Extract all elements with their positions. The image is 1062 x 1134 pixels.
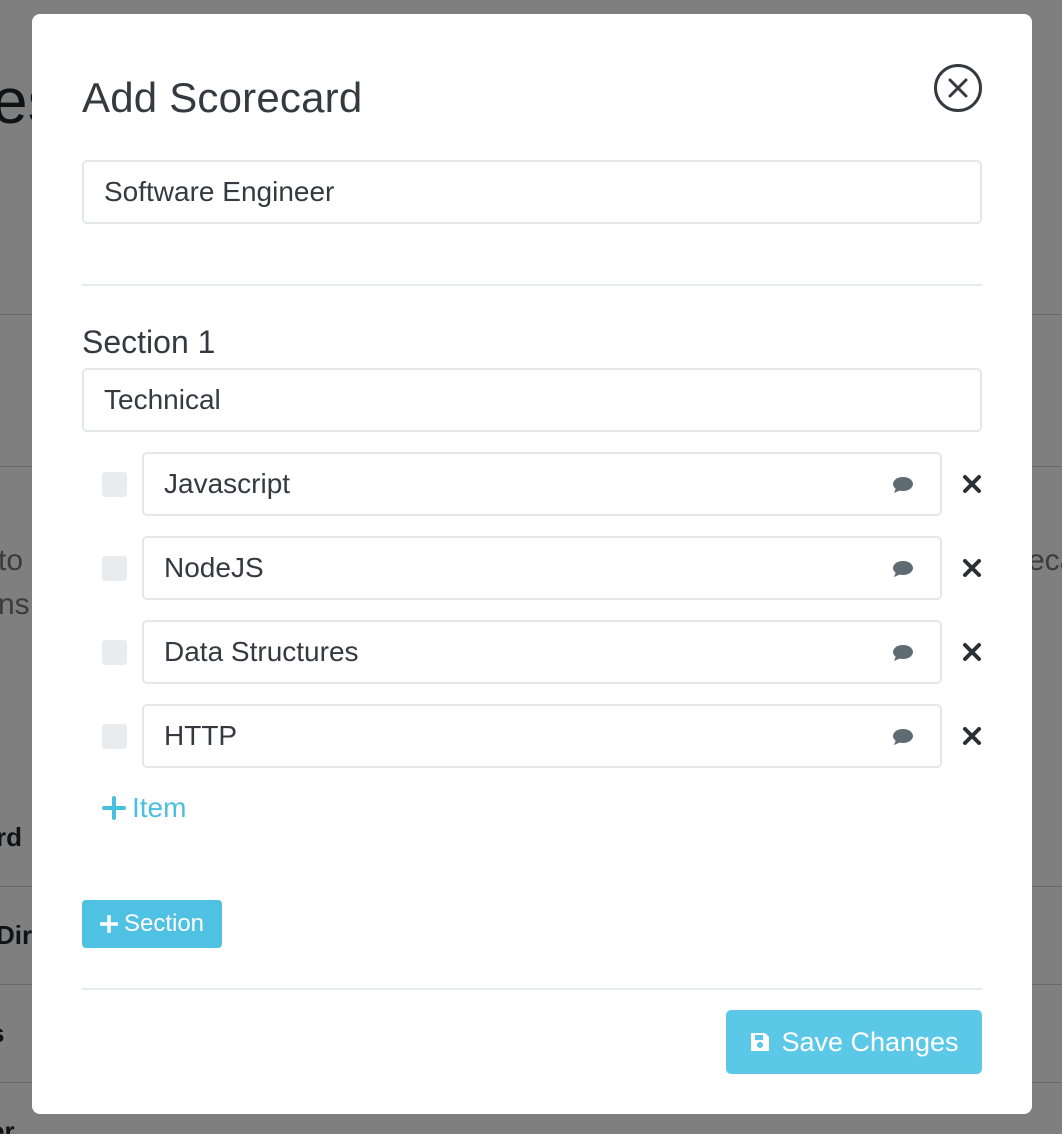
plus-icon — [102, 796, 126, 820]
scorecard-item — [82, 704, 992, 768]
remove-item-icon[interactable] — [962, 726, 982, 746]
item-checkbox[interactable] — [102, 556, 127, 581]
divider — [82, 988, 982, 990]
divider — [82, 284, 982, 286]
modal-title: Add Scorecard — [82, 74, 363, 121]
close-button[interactable] — [934, 64, 982, 112]
section-name-input[interactable] — [82, 368, 982, 432]
add-section-label: Section — [123, 910, 205, 937]
save-changes-label: Save Changes — [781, 1026, 959, 1057]
item-input[interactable] — [142, 452, 942, 516]
save-changes-button[interactable]: Save Changes — [726, 1010, 982, 1074]
item-checkbox[interactable] — [102, 640, 127, 665]
floppy-disk-icon — [751, 1033, 770, 1051]
item-input[interactable] — [142, 704, 942, 768]
remove-item-icon[interactable] — [962, 558, 982, 578]
scorecard-item — [82, 452, 992, 516]
plus-icon — [99, 915, 118, 933]
comment-icon[interactable] — [892, 560, 914, 578]
remove-item-icon[interactable] — [962, 642, 982, 662]
comment-icon[interactable] — [892, 476, 914, 494]
add-item-label: Item — [132, 792, 187, 823]
add-item-link[interactable]: Item — [102, 788, 186, 828]
comment-icon[interactable] — [892, 644, 914, 662]
scorecard-name-input[interactable] — [82, 160, 982, 224]
item-input[interactable] — [142, 536, 942, 600]
close-icon — [948, 78, 968, 98]
section-heading: Section 1 — [82, 324, 216, 360]
add-section-button[interactable]: Section — [82, 900, 222, 948]
item-checkbox[interactable] — [102, 724, 127, 749]
remove-item-icon[interactable] — [962, 474, 982, 494]
scorecard-item — [82, 620, 992, 684]
item-input[interactable] — [142, 620, 942, 684]
item-checkbox[interactable] — [102, 472, 127, 497]
add-scorecard-modal: Add Scorecard Section 1 — [32, 14, 1032, 1114]
comment-icon[interactable] — [892, 728, 914, 746]
scorecard-item — [82, 536, 992, 600]
